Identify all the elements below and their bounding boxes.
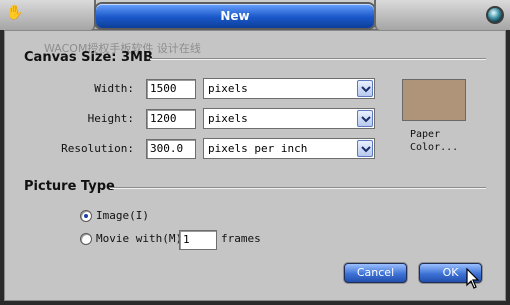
width-unit-select[interactable]: pixels	[203, 78, 375, 99]
paper-color-swatch[interactable]	[402, 79, 466, 121]
width-label: Width:	[94, 82, 134, 95]
movie-radio[interactable]	[80, 233, 92, 245]
dialog-panel	[4, 30, 506, 301]
resolution-input[interactable]: 300.0	[146, 139, 196, 159]
paper-color-label[interactable]: Paper Color...	[410, 128, 458, 154]
width-input[interactable]: 1500	[146, 79, 196, 99]
title-bar: ✋ New	[0, 0, 510, 30]
frames-label: frames	[221, 232, 261, 245]
frames-input[interactable]: 1	[179, 230, 217, 250]
title-bar-left: ✋	[0, 0, 96, 30]
image-radio[interactable]	[80, 210, 92, 222]
paper-label-line1: Paper	[410, 129, 441, 140]
picture-type-divider	[110, 187, 486, 189]
height-unit-select[interactable]: pixels	[203, 108, 375, 129]
resolution-unit-value: pixels per inch	[208, 142, 308, 155]
canvas-size-heading: Canvas Size: 3MB	[24, 50, 153, 65]
chevron-down-icon[interactable]	[357, 80, 373, 97]
hand-icon: ✋	[6, 5, 24, 21]
cancel-button[interactable]: Cancel	[344, 263, 407, 283]
width-unit-value: pixels	[208, 82, 248, 95]
picture-type-heading: Picture Type	[24, 179, 115, 194]
movie-radio-label[interactable]: Movie with(M)	[96, 232, 182, 245]
resolution-label: Resolution:	[61, 142, 134, 155]
title-bar-right	[374, 0, 510, 30]
height-label: Height:	[87, 112, 134, 125]
height-input[interactable]: 1200	[146, 109, 196, 129]
chevron-down-icon[interactable]	[357, 110, 373, 127]
height-unit-value: pixels	[208, 112, 248, 125]
canvas-size-divider	[150, 58, 486, 60]
resolution-unit-select[interactable]: pixels per inch	[203, 138, 375, 159]
chevron-down-icon[interactable]	[357, 140, 373, 157]
window-title: New	[96, 4, 374, 28]
mouse-cursor-icon	[466, 268, 480, 289]
paper-label-line2: Color...	[410, 142, 459, 153]
close-orb-icon[interactable]	[486, 6, 504, 24]
image-radio-label[interactable]: Image(I)	[96, 209, 149, 222]
